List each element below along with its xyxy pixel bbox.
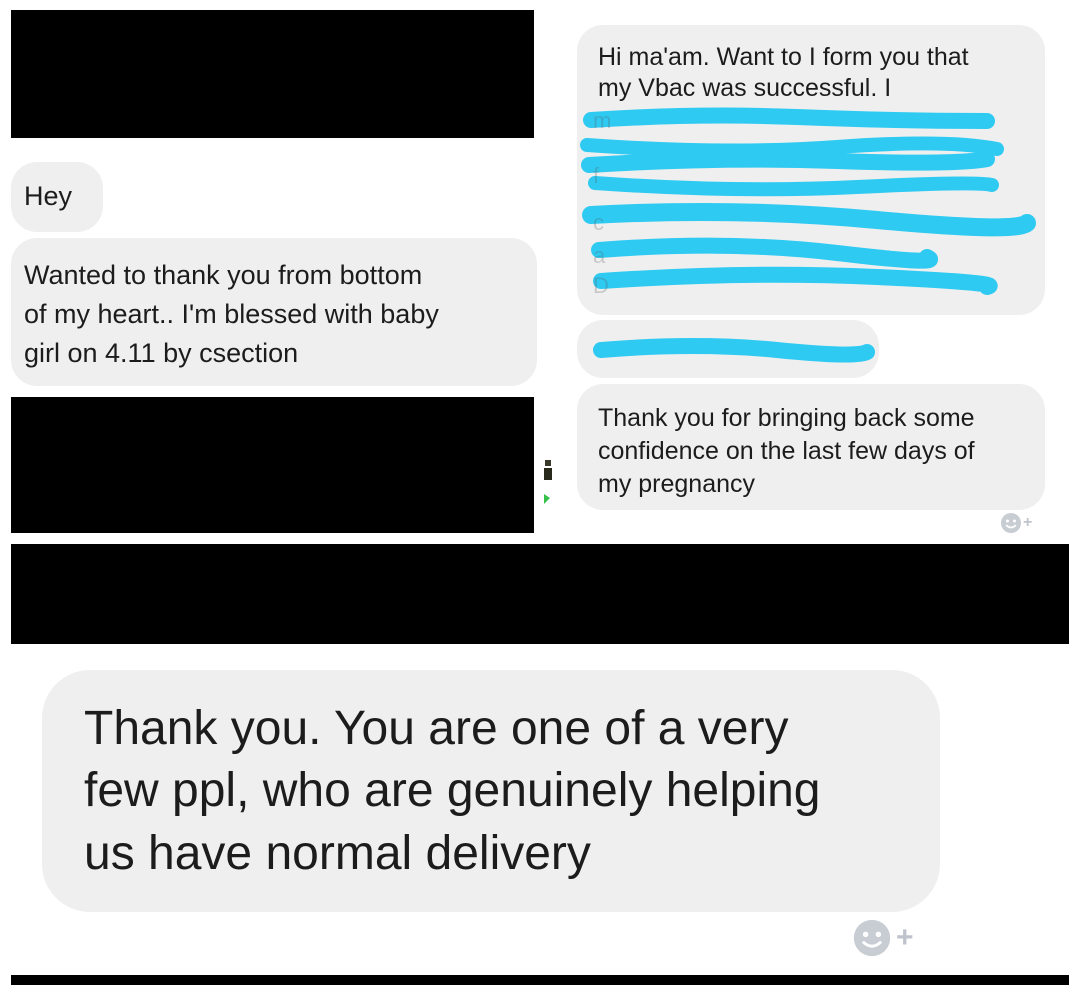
message-bubble-redacted-short — [577, 320, 879, 378]
svg-text:f: f — [593, 163, 600, 188]
smiley-icon — [853, 919, 891, 957]
svg-text:m: m — [593, 108, 611, 133]
message-line: girl on 4.11 by csection — [24, 337, 299, 368]
redaction-scribble — [593, 338, 875, 363]
message-line: confidence on the last few days of — [598, 437, 975, 465]
message-line: Thank you. You are one of a very — [84, 702, 789, 755]
plus-icon: + — [896, 921, 914, 954]
message-line: Wanted to thank you from bottom — [24, 260, 423, 290]
redaction-block-top-left — [11, 10, 534, 138]
svg-text:c: c — [593, 210, 604, 235]
redaction-banner — [11, 544, 1069, 644]
message-text: Hey — [24, 181, 73, 211]
message-bubble-vbac: Hi ma'am. Want to I form you that my Vba… — [577, 25, 1045, 315]
message-bubble-hey: Hey — [11, 162, 103, 232]
svg-text:a: a — [593, 243, 606, 268]
svg-text:D: D — [593, 273, 609, 298]
message-bubble-genuinely-helping: Thank you. You are one of a very few ppl… — [42, 670, 940, 912]
message-line: of my heart.. I'm blessed with baby — [24, 298, 439, 329]
message-line: us have normal delivery — [84, 826, 591, 880]
message-line: my pregnancy — [598, 470, 756, 498]
add-reaction-button-right[interactable]: + — [1000, 512, 1032, 534]
plus-icon: + — [1023, 514, 1033, 531]
avatar-fragment — [541, 460, 553, 504]
message-line: few ppl, who are genuinely helping — [84, 764, 821, 818]
message-line: Thank you for bringing back some — [598, 404, 975, 432]
smiley-icon — [1001, 513, 1021, 533]
redaction-scribble: m f c a D — [580, 107, 1036, 298]
message-bubble-confidence: Thank you for bringing back some confide… — [577, 384, 1045, 510]
redaction-block-mid-left — [11, 397, 534, 533]
add-reaction-button-bottom[interactable]: + — [852, 918, 914, 958]
bottom-edge-bar — [11, 975, 1069, 985]
message-bubble-thanks: Wanted to thank you from bottom of my he… — [11, 238, 537, 386]
